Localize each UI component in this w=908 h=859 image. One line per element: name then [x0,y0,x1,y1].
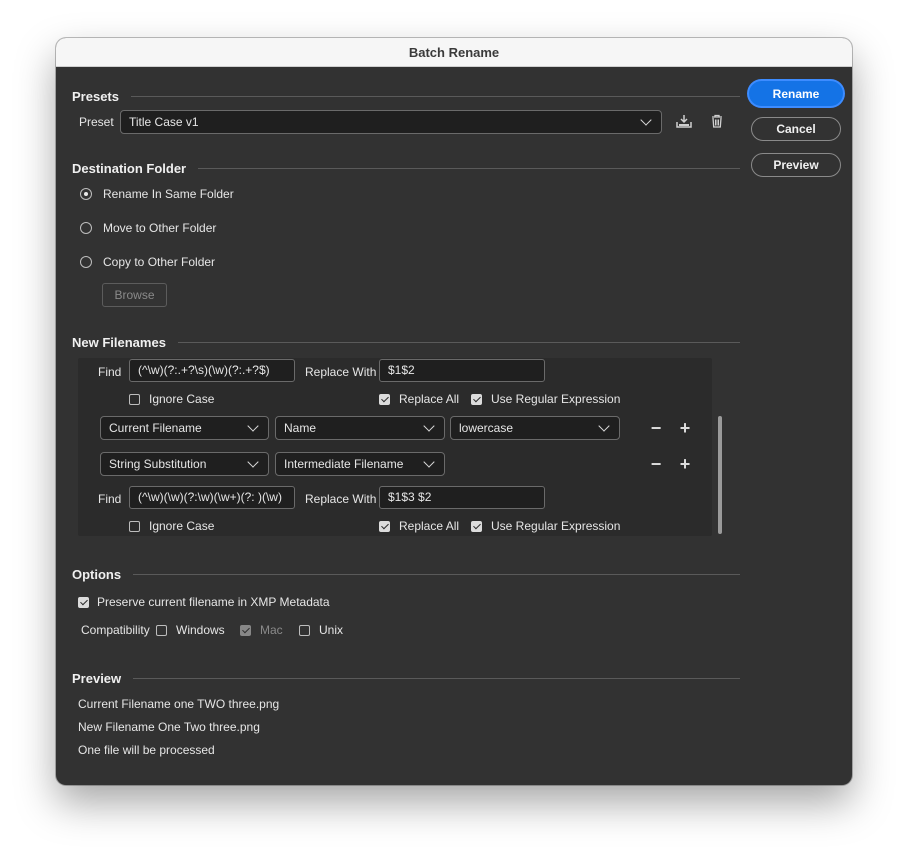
checkbox-checked[interactable] [379,520,390,532]
replace-with-label: Replace With [305,492,377,506]
checkbox[interactable] [156,624,167,636]
replace-all-checkbox[interactable]: Replace All [379,519,459,533]
select-value: Intermediate Filename [284,457,404,471]
radio-copy-other-folder[interactable]: Copy to Other Folder [80,255,215,269]
rules-scrollbar[interactable] [718,416,722,534]
chevron-down-icon [247,455,259,468]
preset-select-value: Title Case v1 [129,115,199,129]
presets-section-title: Presets [72,89,740,104]
find-label: Find [98,365,122,379]
replace-all-checkbox[interactable]: Replace All [379,392,459,406]
replace-with-label: Replace With [305,365,377,379]
chevron-down-icon [423,419,435,432]
radio-button-selected[interactable] [80,188,92,200]
presets-heading: Presets [72,89,119,104]
checkbox[interactable] [299,624,310,636]
select-value: Name [284,421,317,435]
rename-rules-panel [78,358,712,536]
chevron-down-icon [423,455,435,468]
chevron-down-icon [640,113,652,126]
preset-select[interactable]: Title Case v1 [120,110,662,134]
find-input[interactable]: (^\w)(?:.+?\s)(\w)(?:.+?$) [129,359,295,382]
select-value: String Substitution [109,457,207,471]
radio-button[interactable] [80,256,92,268]
preview-button[interactable]: Preview [751,153,841,177]
checkbox-label: Ignore Case [149,519,215,533]
divider [198,168,740,169]
checkbox-label: Preserve current filename in XMP Metadat… [97,595,330,609]
mac-checkbox: Mac [240,623,283,637]
rename-button[interactable]: Rename [749,81,843,106]
add-rule-button[interactable]: + [678,419,692,437]
radio-button[interactable] [80,222,92,234]
save-preset-icon[interactable] [676,114,692,128]
windows-checkbox[interactable]: Windows [156,623,225,637]
destination-heading: Destination Folder [72,161,187,176]
options-section-title: Options [72,567,740,582]
use-regex-checkbox[interactable]: Use Regular Expression [471,519,620,533]
chevron-down-icon [598,419,610,432]
rule-type-select[interactable]: Current Filename [100,416,269,440]
radio-label: Rename In Same Folder [103,187,234,201]
use-regex-checkbox[interactable]: Use Regular Expression [471,392,620,406]
rule-field-select[interactable]: Name [275,416,445,440]
checkbox-label: Windows [176,623,225,637]
radio-label: Copy to Other Folder [103,255,216,269]
divider [133,574,740,575]
trash-icon[interactable] [711,114,723,128]
rule-type-select[interactable]: String Substitution [100,452,269,476]
new-filenames-heading: New Filenames [72,335,166,350]
checkbox[interactable] [129,520,140,532]
remove-rule-button[interactable]: − [649,419,663,437]
destination-section-title: Destination Folder [72,161,740,176]
unix-checkbox[interactable]: Unix [299,623,343,637]
preview-file-count: One file will be processed [78,743,215,757]
ignore-case-checkbox[interactable]: Ignore Case [129,519,214,533]
select-value: lowercase [459,421,514,435]
checkbox[interactable] [129,393,140,405]
checkbox-checked[interactable] [78,596,89,608]
preview-heading: Preview [72,671,122,686]
checkbox-label: Use Regular Expression [491,392,621,406]
checkbox-checked-disabled [240,624,251,636]
find-input[interactable]: (^\w)(\w)(?:\w)(\w+)(?: )(\w) [129,486,295,509]
checkbox-checked[interactable] [471,393,482,405]
find-label: Find [98,492,122,506]
checkbox-label: Mac [260,623,283,637]
radio-rename-same-folder[interactable]: Rename In Same Folder [80,187,234,201]
preview-section-title: Preview [72,671,740,686]
cancel-button[interactable]: Cancel [751,117,841,141]
browse-button[interactable]: Browse [102,283,167,307]
radio-move-other-folder[interactable]: Move to Other Folder [80,221,216,235]
checkbox-label: Use Regular Expression [491,519,621,533]
add-rule-button[interactable]: + [678,455,692,473]
remove-rule-button[interactable]: − [649,455,663,473]
rule-field-select[interactable]: Intermediate Filename [275,452,445,476]
replace-input[interactable]: $1$2 [379,359,545,382]
select-value: Current Filename [109,421,202,435]
replace-input[interactable]: $1$3 $2 [379,486,545,509]
checkbox-checked[interactable] [379,393,390,405]
checkbox-label: Ignore Case [149,392,215,406]
options-heading: Options [72,567,122,582]
divider [177,342,740,343]
checkbox-label: Replace All [399,392,460,406]
ignore-case-checkbox[interactable]: Ignore Case [129,392,214,406]
preview-new-filename: New Filename One Two three.png [78,720,260,734]
checkbox-label: Unix [319,623,344,637]
compatibility-label: Compatibility [81,623,150,637]
checkbox-checked[interactable] [471,520,482,532]
checkbox-label: Replace All [399,519,460,533]
radio-label: Move to Other Folder [103,221,217,235]
divider [133,678,740,679]
chevron-down-icon [247,419,259,432]
preview-current-filename: Current Filename one TWO three.png [78,697,280,711]
rule-option-select[interactable]: lowercase [450,416,620,440]
preserve-filename-checkbox[interactable]: Preserve current filename in XMP Metadat… [78,595,330,609]
divider [130,96,740,97]
window-title: Batch Rename [56,38,852,67]
new-filenames-section-title: New Filenames [72,335,740,350]
preset-label: Preset [79,115,114,129]
